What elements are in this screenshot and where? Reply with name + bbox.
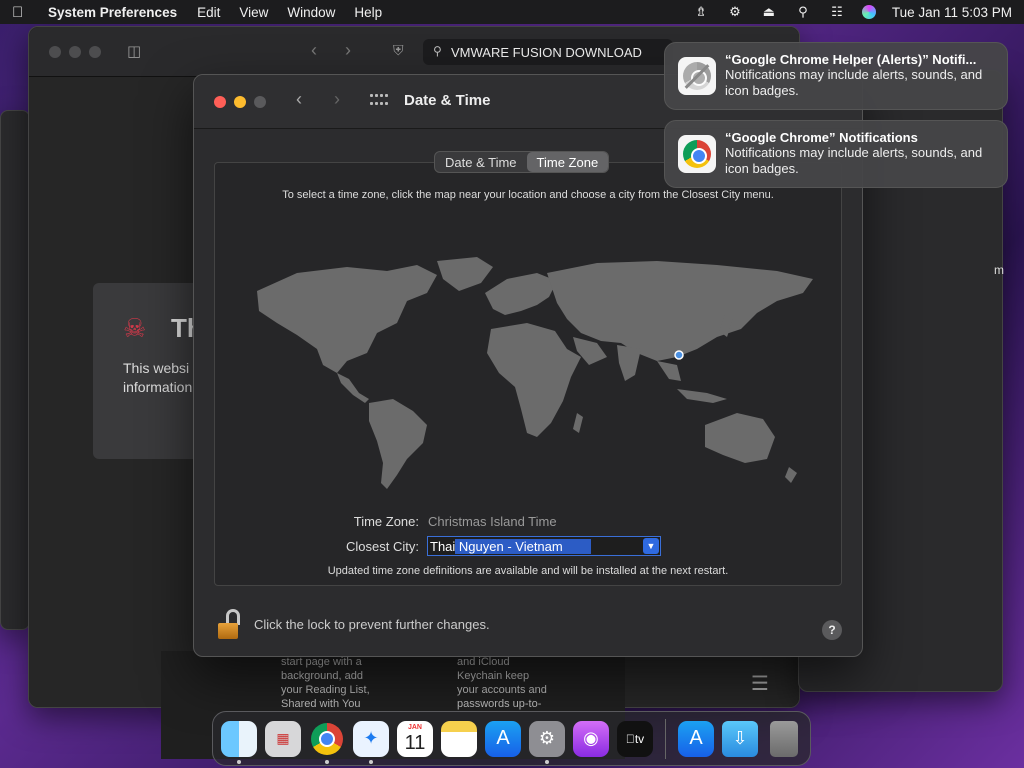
notification-title: “Google Chrome” Notifications	[725, 130, 918, 145]
background-window-text: m	[994, 263, 1004, 277]
system-preferences-icon[interactable]: ⚙	[529, 720, 565, 764]
notes-icon[interactable]	[441, 720, 477, 757]
blurb-line: and iCloud	[457, 656, 510, 668]
blurb-line: Keychain keep	[457, 670, 530, 682]
update-note: Updated time zone definitions are availa…	[327, 565, 729, 577]
menu-bar:  System Preferences Edit View Window He…	[0, 0, 1024, 24]
notification-title: “Google Chrome Helper (Alerts)” Notifi..…	[725, 52, 977, 67]
blocked-page-icon: ☠	[123, 313, 147, 343]
menu-app-name[interactable]: System Preferences	[48, 5, 177, 20]
safari-zoom-button[interactable]	[89, 46, 101, 58]
time-zone-value: Christmas Island Time	[428, 514, 557, 529]
notification-body: Notifications may include alerts, sounds…	[725, 145, 983, 176]
notification-chrome-helper[interactable]: “Google Chrome Helper (Alerts)” Notifi..…	[664, 42, 1008, 110]
keychain-blurb: and iCloud Keychain keep your accounts a…	[457, 655, 547, 711]
blurb-line: start page with a	[281, 656, 362, 668]
help-button[interactable]: ?	[822, 620, 842, 640]
lock-message: Click the lock to prevent further change…	[254, 616, 490, 632]
close-button[interactable]	[214, 96, 226, 108]
closest-city-combobox[interactable]: Thai Nguyen - Vietnam ▼	[427, 536, 661, 556]
chrome-icon	[678, 135, 716, 173]
chrome-dock-icon[interactable]	[309, 721, 345, 764]
safari-dock-icon[interactable]: ✦	[353, 720, 389, 764]
tab-time-zone[interactable]: Time Zone	[526, 152, 609, 172]
menu-help[interactable]: Help	[354, 5, 382, 20]
closest-city-typed: Thai	[430, 538, 456, 554]
apple-tv-icon[interactable]: tv	[617, 720, 653, 757]
blurb-line: background, add	[281, 670, 363, 682]
privacy-shield-icon[interactable]: ⛨	[393, 42, 404, 59]
notification-body: Notifications may include alerts, sounds…	[725, 67, 983, 98]
location-marker[interactable]	[674, 350, 684, 360]
blurb-line: passwords up-to-	[457, 698, 542, 710]
apple-menu-icon[interactable]: 	[12, 4, 34, 21]
calendar-month: JAN	[407, 724, 422, 731]
tab-date-time[interactable]: Date & Time	[435, 152, 527, 172]
calendar-day: 11	[404, 732, 426, 754]
window-title: Date & Time	[404, 92, 491, 109]
eject-icon[interactable]: ⏏	[760, 4, 778, 19]
applications-folder-icon[interactable]: A	[678, 720, 714, 757]
blurb-line: your accounts and	[457, 684, 547, 696]
user-account-icon[interactable]: ⚙	[726, 4, 744, 19]
reading-list-blurb: start page with a background, add your R…	[281, 655, 370, 711]
back-arrow-icon[interactable]: ‹	[296, 89, 302, 110]
notification-chrome[interactable]: “Google Chrome” Notifications Notificati…	[664, 120, 1008, 188]
show-all-grid-icon[interactable]	[370, 94, 388, 108]
closest-city-autocomplete: Nguyen - Vietnam	[455, 538, 591, 554]
forward-arrow-icon[interactable]: ›	[345, 40, 351, 61]
instructions-text: To select a time zone, click the map nea…	[282, 189, 774, 201]
menu-edit[interactable]: Edit	[197, 5, 220, 20]
closest-city-label: Closest City:	[346, 539, 419, 554]
menu-clock[interactable]: Tue Jan 11 5:03 PM	[892, 5, 1012, 20]
launchpad-icon[interactable]: ▦	[265, 720, 301, 757]
downloads-folder-icon[interactable]: ⇩	[722, 720, 758, 757]
world-map[interactable]	[237, 253, 821, 493]
safari-minimize-button[interactable]	[69, 46, 81, 58]
blurb-line: Shared with You	[281, 698, 361, 710]
trash-icon[interactable]	[770, 720, 798, 757]
customize-sliders-icon[interactable]: ☰	[751, 671, 769, 696]
address-bar-text: VMWARE FUSION DOWNLOAD	[451, 44, 642, 60]
menu-view[interactable]: View	[239, 5, 268, 20]
background-window-left	[0, 110, 30, 630]
siri-icon[interactable]	[861, 5, 876, 19]
control-center-icon[interactable]: ☷	[828, 4, 846, 19]
blurb-line: your Reading List,	[281, 684, 370, 696]
menu-window[interactable]: Window	[287, 5, 335, 20]
minimize-button[interactable]	[234, 96, 246, 108]
time-zone-label: Time Zone:	[353, 514, 419, 529]
airplay-icon[interactable]: ⇯	[692, 4, 710, 19]
pane-tabs: Date & Time Time Zone	[434, 151, 610, 173]
podcasts-icon[interactable]: ◉	[573, 720, 609, 757]
search-icon: ⚲	[433, 44, 442, 58]
forward-arrow-icon[interactable]: ›	[334, 89, 340, 110]
calendar-icon[interactable]: JAN 11	[397, 720, 433, 757]
closest-city-input[interactable]: Thai Nguyen - Vietnam	[428, 538, 643, 554]
app-store-icon[interactable]: A	[485, 720, 521, 757]
sidebar-toggle-icon[interactable]: ◫	[127, 42, 141, 60]
safari-close-button[interactable]	[49, 46, 61, 58]
back-arrow-icon[interactable]: ‹	[311, 40, 317, 61]
spotlight-search-icon[interactable]: ⚲	[794, 4, 812, 19]
address-bar[interactable]: ⚲ VMWARE FUSION DOWNLOAD	[423, 39, 673, 65]
zoom-button[interactable]	[254, 96, 266, 108]
chrome-helper-disabled-icon	[678, 57, 716, 95]
time-zone-panel: To select a time zone, click the map nea…	[214, 162, 842, 586]
chevron-down-icon[interactable]: ▼	[643, 538, 659, 554]
finder-icon[interactable]	[221, 720, 257, 764]
dock: ▦ ✦ JAN 11 A ⚙ ◉ tv A ⇩	[212, 711, 811, 766]
dock-separator	[665, 718, 666, 759]
unlocked-lock-icon[interactable]	[218, 609, 240, 639]
lock-row: Click the lock to prevent further change…	[218, 609, 490, 639]
